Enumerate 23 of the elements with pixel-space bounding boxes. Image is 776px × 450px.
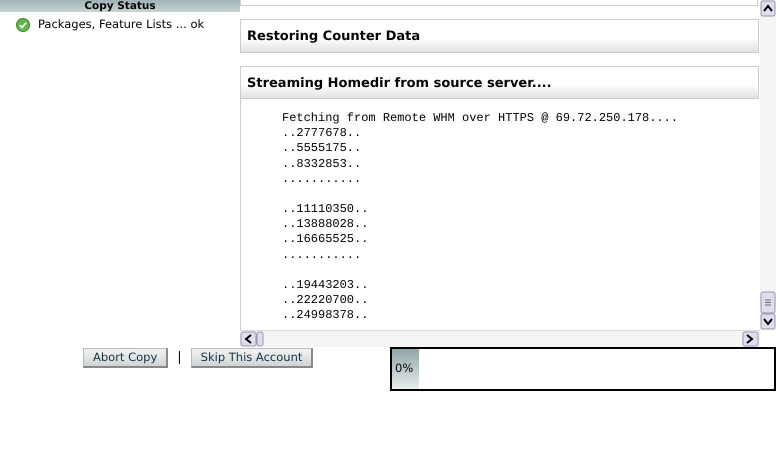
log-line: ..19443203.. <box>282 278 370 294</box>
status-text: Packages, Feature Lists ... ok <box>38 16 204 33</box>
progress-fill: 0% <box>392 349 419 389</box>
log-line: Fetching from Remote WHM over HTTPS @ 69.72.250.178.... <box>282 111 680 126</box>
separator: | <box>176 349 183 368</box>
log-line: ........... <box>282 248 362 263</box>
log-line: ..5555175.. <box>282 141 362 157</box>
log-line: ..11110350.. <box>282 202 370 218</box>
section-header: Streaming Homedir from source server.... <box>240 66 759 99</box>
panel-header: Copy Status <box>0 0 240 12</box>
vertical-scrollbar[interactable] <box>760 0 776 330</box>
log-line: ..2777678.. <box>282 126 362 142</box>
log-line: ..13888028.. <box>282 217 370 232</box>
section-header: Restoring Counter Data <box>240 19 759 52</box>
log-line: ..8332853.. <box>282 156 362 172</box>
horizontal-scrollbar[interactable] <box>240 331 760 347</box>
log-line: ..24998378.. <box>282 308 370 324</box>
log-line: ..16665525.. <box>282 232 370 248</box>
action-button[interactable]: Skip This Account <box>190 348 314 368</box>
action-button[interactable]: Abort Copy <box>83 348 168 368</box>
log-line: ..22220700.. <box>282 293 370 308</box>
check-icon <box>16 18 30 32</box>
log-line: ........... <box>282 172 362 188</box>
